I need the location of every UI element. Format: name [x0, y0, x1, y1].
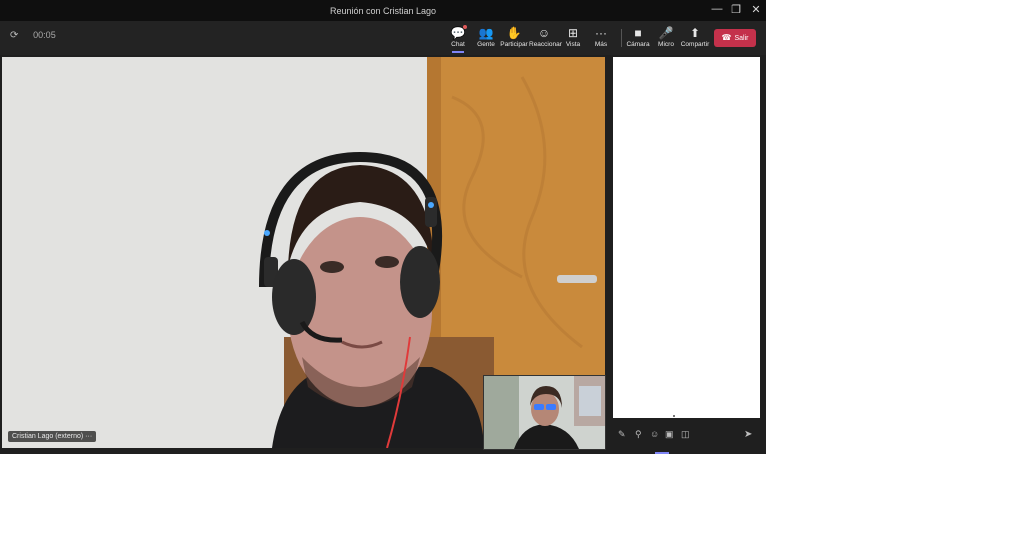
sticker-icon[interactable]: ◫: [681, 429, 690, 440]
raise-hand-icon: ✋: [506, 26, 522, 40]
active-tab-indicator: [655, 452, 669, 454]
participant-name-tag[interactable]: Cristian Lago (externo) ···: [8, 431, 97, 442]
view-button[interactable]: ⊞ Vista: [558, 25, 588, 48]
chat-icon: 💬: [450, 26, 466, 40]
meeting-toolbar: ⟳ 00:05 💬 Chat 👥 Gente ✋ Participar ☺ Re…: [0, 21, 766, 55]
share-button-label: Compartir: [680, 41, 710, 48]
share-icon: ⬆: [689, 26, 701, 40]
view-button-label: Vista: [565, 41, 581, 48]
close-icon[interactable]: ✕: [749, 3, 763, 16]
maximize-icon[interactable]: ❐: [729, 3, 743, 16]
gif-icon[interactable]: ▣: [665, 429, 674, 440]
more-button[interactable]: ··· Más: [586, 25, 616, 48]
react-button[interactable]: ☺ Reaccionar: [529, 25, 562, 48]
chat-button[interactable]: 💬 Chat: [443, 25, 473, 53]
leave-button[interactable]: ☎ Salir: [714, 29, 756, 47]
teams-meeting-window: Reunión con Cristian Lago — ❐ ✕ ⟳ 00:05 …: [0, 0, 766, 454]
mic-button[interactable]: 🎤 Micro: [651, 25, 681, 48]
raise-hand-button-label: Participar: [500, 41, 528, 48]
meeting-timer: 00:05: [33, 30, 56, 40]
more-button-label: Más: [594, 41, 608, 48]
mic-button-label: Micro: [658, 41, 674, 48]
camera-button-label: Cámara: [626, 41, 650, 48]
chat-compose-toolbar: ✎ ⚲ ☺ ▣ ◫ ➤: [610, 426, 762, 446]
toolbar-divider: [621, 29, 622, 47]
chat-button-label: Chat: [451, 41, 465, 48]
send-icon[interactable]: ➤: [744, 429, 752, 440]
reaction-icon: ☺: [537, 26, 551, 40]
raise-hand-button[interactable]: ✋ Participar: [499, 25, 529, 48]
refresh-icon[interactable]: ⟳: [10, 30, 18, 41]
react-button-label: Reaccionar: [529, 41, 562, 48]
active-indicator: [452, 51, 464, 53]
minimize-icon[interactable]: —: [710, 3, 724, 15]
meeting-info: ⟳ 00:05: [10, 30, 56, 41]
self-video-preview[interactable]: [483, 375, 606, 450]
more-icon: ···: [595, 26, 607, 40]
hang-up-icon: ☎: [721, 33, 732, 42]
notification-dot: [463, 25, 467, 29]
format-icon[interactable]: ✎: [618, 429, 626, 440]
more-options-icon[interactable]: ···: [85, 433, 92, 440]
scroll-indicator: [673, 415, 675, 417]
view-icon: ⊞: [567, 26, 579, 40]
window-title: Reunión con Cristian Lago: [329, 6, 437, 16]
people-button-label: Gente: [477, 41, 495, 48]
attach-icon[interactable]: ⚲: [635, 429, 642, 440]
participant-name: Cristian Lago (externo): [12, 433, 84, 440]
mic-icon: 🎤: [658, 26, 674, 40]
chat-panel: [613, 57, 760, 418]
share-button[interactable]: ⬆ Compartir: [680, 25, 710, 48]
leave-button-label: Salir: [734, 35, 749, 42]
people-icon: 👥: [478, 26, 494, 40]
camera-icon: ■: [634, 26, 642, 40]
camera-button[interactable]: ■ Cámara: [623, 25, 653, 48]
emoji-icon[interactable]: ☺: [650, 429, 659, 439]
title-bar: Reunión con Cristian Lago — ❐ ✕: [0, 0, 766, 21]
self-video: [484, 376, 605, 449]
people-button[interactable]: 👥 Gente: [471, 25, 501, 48]
